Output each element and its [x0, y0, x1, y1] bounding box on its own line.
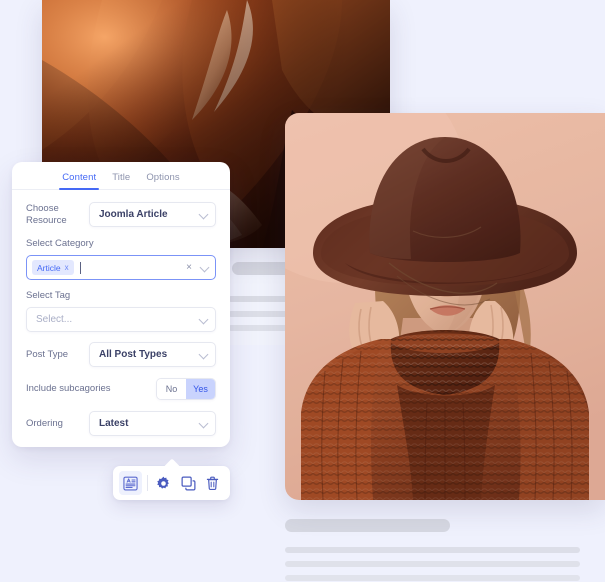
edit-content-icon: [123, 476, 138, 491]
chevron-down-icon: [198, 314, 209, 324]
chevron-down-icon: [198, 349, 209, 359]
portrait-photo: [285, 113, 605, 500]
include-subcategories-toggle: No Yes: [156, 378, 216, 400]
field-select-tag: Select Tag Select...: [26, 290, 216, 332]
include-subcategories-label: Include subcagories: [26, 383, 111, 394]
select-tag-value: Select...: [36, 314, 73, 325]
duplicate-icon: [181, 476, 196, 491]
ordering-select[interactable]: Latest: [89, 411, 216, 436]
field-ordering: Ordering Latest: [26, 411, 216, 436]
mock-placeholder-bar: [228, 325, 293, 331]
delete-button[interactable]: [201, 471, 224, 495]
choose-resource-value: Joomla Article: [99, 209, 168, 220]
ordering-label: Ordering: [26, 417, 63, 429]
post-type-label: Post Type: [26, 348, 69, 360]
chevron-down-icon[interactable]: [199, 262, 210, 272]
text-cursor: [79, 261, 81, 274]
close-icon[interactable]: x: [65, 263, 69, 272]
select-tag-label: Select Tag: [26, 290, 71, 301]
field-post-type: Post Type All Post Types: [26, 342, 216, 367]
field-include-subcategories: Include subcagories No Yes: [26, 378, 216, 400]
choose-resource-label: Choose Resource: [26, 202, 67, 226]
mock-placeholder-bar: [285, 575, 580, 581]
gear-icon: [156, 476, 171, 491]
mock-placeholder-bar: [232, 262, 292, 275]
chevron-down-icon: [198, 418, 209, 428]
element-floating-toolbar: [113, 466, 230, 500]
tab-options[interactable]: Options: [145, 172, 180, 189]
post-type-select[interactable]: All Post Types: [89, 342, 216, 367]
clear-icon[interactable]: ×: [186, 262, 192, 273]
select-category-label: Select Category: [26, 238, 94, 249]
toggle-yes-button[interactable]: Yes: [186, 379, 215, 399]
ordering-value: Latest: [99, 418, 129, 429]
tab-content[interactable]: Content: [59, 172, 100, 190]
field-choose-resource: Choose Resource Joomla Article: [26, 202, 216, 227]
post-type-value: All Post Types: [99, 349, 168, 360]
mock-placeholder-bar: [285, 547, 580, 553]
chevron-down-icon: [198, 209, 209, 219]
trash-icon: [205, 476, 220, 491]
mock-placeholder-bar: [285, 561, 580, 567]
tab-title[interactable]: Title: [111, 172, 131, 189]
category-chip[interactable]: Article x: [32, 260, 74, 275]
toolbar-divider: [146, 475, 148, 491]
field-select-category: Select Category Article x ×: [26, 238, 216, 280]
settings-button[interactable]: [152, 471, 175, 495]
settings-form: Choose Resource Joomla Article Select Ca…: [12, 190, 230, 436]
select-tag-select[interactable]: Select...: [26, 307, 216, 332]
category-chip-label: Article: [37, 262, 61, 273]
panel-tabs: Content Title Options: [12, 162, 230, 190]
module-settings-panel: Content Title Options Choose Resource Jo…: [12, 162, 230, 447]
toggle-no-button[interactable]: No: [157, 379, 186, 399]
duplicate-button[interactable]: [177, 471, 200, 495]
edit-content-button[interactable]: [119, 471, 142, 495]
choose-resource-select[interactable]: Joomla Article: [89, 202, 216, 227]
mock-placeholder-bar: [228, 311, 293, 317]
mock-placeholder-bar: [228, 296, 293, 302]
select-category-input[interactable]: Article x ×: [26, 255, 216, 280]
mock-placeholder-bar: [285, 519, 450, 532]
